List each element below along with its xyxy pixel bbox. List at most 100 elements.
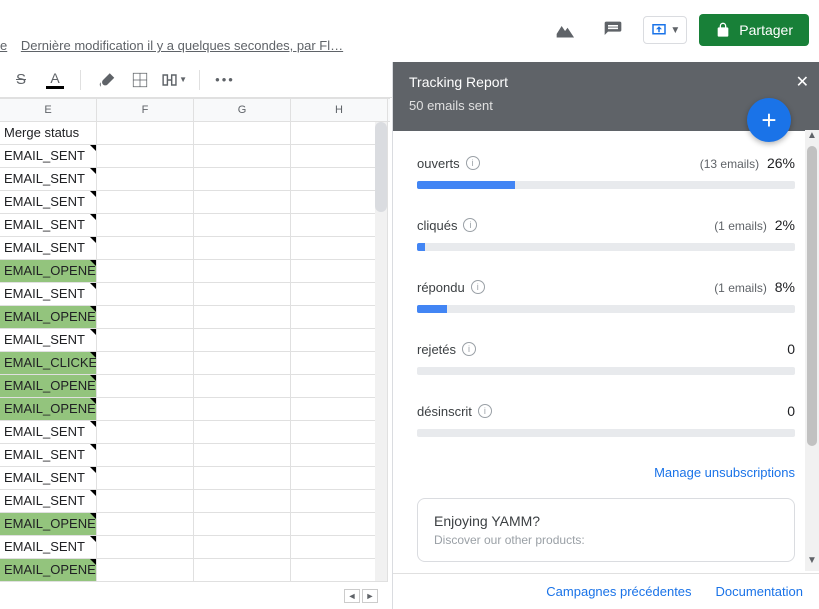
status-cell[interactable]: EMAIL_SENT	[0, 283, 97, 306]
empty-cell[interactable]	[97, 214, 194, 237]
status-cell[interactable]: EMAIL_SENT	[0, 421, 97, 444]
share-button[interactable]: Partager	[699, 14, 809, 46]
empty-cell[interactable]	[194, 329, 291, 352]
empty-cell[interactable]	[291, 145, 388, 168]
empty-cell[interactable]	[97, 306, 194, 329]
empty-cell[interactable]	[97, 513, 194, 536]
empty-cell[interactable]	[97, 375, 194, 398]
status-cell[interactable]: EMAIL_OPENED	[0, 398, 97, 421]
status-cell[interactable]: EMAIL_OPENED	[0, 513, 97, 536]
sheet-next[interactable]: ►	[362, 589, 378, 603]
activity-icon[interactable]	[547, 12, 583, 48]
empty-cell[interactable]	[194, 559, 291, 582]
status-cell[interactable]: EMAIL_SENT	[0, 490, 97, 513]
scroll-up-icon[interactable]: ▲	[805, 130, 819, 146]
more-tool[interactable]: •••	[212, 67, 238, 93]
sheet-scrollbar[interactable]	[375, 122, 387, 581]
empty-cell[interactable]	[194, 467, 291, 490]
info-icon[interactable]: i	[471, 280, 485, 294]
empty-cell[interactable]	[97, 352, 194, 375]
empty-cell[interactable]	[291, 214, 388, 237]
strikethrough-tool[interactable]: S	[8, 67, 34, 93]
empty-cell[interactable]	[194, 145, 291, 168]
empty-cell[interactable]	[291, 260, 388, 283]
col-header[interactable]: F	[97, 99, 194, 121]
status-cell[interactable]: EMAIL_CLICKED	[0, 352, 97, 375]
sheet-scroll-thumb[interactable]	[375, 122, 387, 212]
empty-cell[interactable]	[194, 421, 291, 444]
empty-cell[interactable]	[291, 122, 388, 145]
comments-icon[interactable]	[595, 12, 631, 48]
empty-cell[interactable]	[194, 122, 291, 145]
empty-cell[interactable]	[97, 467, 194, 490]
empty-cell[interactable]	[97, 490, 194, 513]
fill-color-tool[interactable]	[93, 67, 119, 93]
merge-tool[interactable]: ▼	[161, 67, 187, 93]
status-cell[interactable]: EMAIL_SENT	[0, 145, 97, 168]
panel-scrollbar[interactable]: ▲ ▼	[805, 130, 819, 571]
scroll-down-icon[interactable]: ▼	[805, 555, 819, 571]
empty-cell[interactable]	[194, 260, 291, 283]
empty-cell[interactable]	[97, 559, 194, 582]
status-cell[interactable]: EMAIL_OPENED	[0, 559, 97, 582]
empty-cell[interactable]	[291, 536, 388, 559]
empty-cell[interactable]	[291, 168, 388, 191]
documentation-link[interactable]: Documentation	[716, 584, 803, 599]
col-header[interactable]: H	[291, 99, 388, 121]
empty-cell[interactable]	[194, 306, 291, 329]
info-icon[interactable]: i	[478, 404, 492, 418]
empty-cell[interactable]	[291, 490, 388, 513]
present-button[interactable]: ▼	[643, 16, 687, 44]
empty-cell[interactable]	[194, 513, 291, 536]
status-cell[interactable]: EMAIL_SENT	[0, 536, 97, 559]
empty-cell[interactable]	[194, 536, 291, 559]
empty-cell[interactable]	[194, 214, 291, 237]
status-cell[interactable]: EMAIL_SENT	[0, 191, 97, 214]
empty-cell[interactable]	[97, 421, 194, 444]
menu-truncated[interactable]: e	[0, 38, 7, 53]
empty-cell[interactable]	[291, 191, 388, 214]
status-cell[interactable]: EMAIL_SENT	[0, 329, 97, 352]
empty-cell[interactable]	[97, 168, 194, 191]
previous-campaigns-link[interactable]: Campagnes précédentes	[546, 584, 691, 599]
empty-cell[interactable]	[97, 536, 194, 559]
empty-cell[interactable]	[97, 260, 194, 283]
info-icon[interactable]: i	[462, 342, 476, 356]
empty-cell[interactable]	[291, 352, 388, 375]
status-cell[interactable]: EMAIL_OPENED	[0, 375, 97, 398]
empty-cell[interactable]	[291, 467, 388, 490]
empty-cell[interactable]	[97, 444, 194, 467]
status-cell[interactable]: EMAIL_SENT	[0, 168, 97, 191]
last-modified-link[interactable]: Dernière modification il y a quelques se…	[21, 38, 343, 53]
empty-cell[interactable]	[291, 513, 388, 536]
fab-add-button[interactable]: +	[747, 98, 791, 142]
info-icon[interactable]: i	[466, 156, 480, 170]
empty-cell[interactable]	[194, 352, 291, 375]
empty-cell[interactable]	[97, 145, 194, 168]
status-cell[interactable]: EMAIL_SENT	[0, 444, 97, 467]
empty-cell[interactable]	[97, 191, 194, 214]
empty-cell[interactable]	[291, 444, 388, 467]
header-cell[interactable]: Merge status	[0, 122, 97, 145]
empty-cell[interactable]	[291, 283, 388, 306]
empty-cell[interactable]	[194, 168, 291, 191]
status-cell[interactable]: EMAIL_OPENED	[0, 306, 97, 329]
status-cell[interactable]: EMAIL_SENT	[0, 214, 97, 237]
borders-tool[interactable]	[127, 67, 153, 93]
panel-scroll-thumb[interactable]	[807, 146, 817, 446]
status-cell[interactable]: EMAIL_SENT	[0, 467, 97, 490]
empty-cell[interactable]	[194, 444, 291, 467]
empty-cell[interactable]	[291, 559, 388, 582]
close-icon[interactable]: ✕	[796, 72, 809, 92]
info-icon[interactable]: i	[463, 218, 477, 232]
empty-cell[interactable]	[97, 122, 194, 145]
empty-cell[interactable]	[291, 421, 388, 444]
empty-cell[interactable]	[194, 398, 291, 421]
empty-cell[interactable]	[194, 283, 291, 306]
empty-cell[interactable]	[291, 237, 388, 260]
sheet-prev[interactable]: ◄	[344, 589, 360, 603]
col-header[interactable]: E	[0, 99, 97, 121]
empty-cell[interactable]	[194, 191, 291, 214]
empty-cell[interactable]	[97, 283, 194, 306]
empty-cell[interactable]	[291, 329, 388, 352]
